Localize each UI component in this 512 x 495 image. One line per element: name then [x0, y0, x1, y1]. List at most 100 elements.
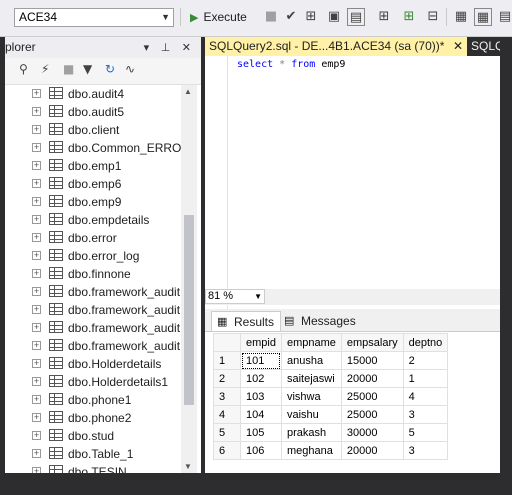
tree-item-table[interactable]: + dbo.empdetails — [5, 211, 181, 229]
expand-icon[interactable]: + — [32, 269, 41, 278]
tree-item-table[interactable]: + dbo.audit5 — [5, 103, 181, 121]
live-stats-icon[interactable]: ⊞ — [400, 8, 418, 26]
grid-cell[interactable]: vishwa — [280, 387, 342, 406]
tab-sqlquery2[interactable]: SQLQuery2.sql - DE...4B1.ACE34 (sa (70))… — [205, 37, 467, 56]
results-to-text-icon[interactable]: ▦ — [452, 8, 470, 26]
expand-icon[interactable]: + — [32, 467, 41, 473]
display-plan-icon[interactable]: ⊞ — [302, 8, 320, 26]
expand-icon[interactable]: + — [32, 377, 41, 386]
grid-cell[interactable]: anusha — [280, 351, 342, 370]
column-header[interactable]: empid — [240, 333, 282, 352]
expand-icon[interactable]: + — [32, 305, 41, 314]
table-row[interactable]: 4 104 vaishu 25000 3 — [213, 405, 449, 424]
grid-cell[interactable]: 20000 — [340, 369, 404, 388]
include-plan-icon[interactable]: ⊞ — [375, 8, 393, 26]
expand-icon[interactable]: + — [32, 179, 41, 188]
panel-controls[interactable]: ▾ ⊥ ✕ — [144, 37, 195, 58]
grid-cell[interactable]: 25000 — [340, 405, 404, 424]
table-row[interactable]: 3 103 vishwa 25000 4 — [213, 387, 449, 406]
expand-icon[interactable]: + — [32, 413, 41, 422]
query-options-icon[interactable]: ▣ — [325, 8, 343, 26]
expand-icon[interactable]: + — [32, 233, 41, 242]
tree-item-table[interactable]: + dbo.phone1 — [5, 391, 181, 409]
grid-cell[interactable]: vaishu — [280, 405, 342, 424]
expand-icon[interactable]: + — [32, 215, 41, 224]
tree-item-table[interactable]: + dbo.Holderdetails — [5, 355, 181, 373]
grid-cell[interactable]: 4 — [402, 387, 449, 406]
results-grid[interactable]: empid empname empsalary deptno 1 101 anush… — [213, 333, 449, 460]
column-header[interactable]: empname — [280, 333, 342, 352]
tree-item-table[interactable]: + dbo.client — [5, 121, 181, 139]
parse-checkmark-icon[interactable]: ✔ — [282, 8, 300, 26]
column-header[interactable]: deptno — [402, 333, 449, 352]
tree-item-table[interactable]: + dbo.framework_audit — [5, 301, 181, 319]
grid-cell[interactable]: 103 — [240, 387, 282, 406]
grid-cell[interactable]: 3 — [402, 441, 449, 460]
grid-cell[interactable]: 3 — [402, 405, 449, 424]
grid-cell[interactable]: 104 — [240, 405, 282, 424]
database-selector[interactable]: ACE34 ▼ — [14, 8, 174, 27]
refresh-icon[interactable]: ↻ — [105, 62, 115, 76]
client-stats-icon[interactable]: ⊟ — [424, 8, 442, 26]
results-to-grid-icon[interactable]: ▦ — [474, 8, 492, 26]
expand-icon[interactable]: + — [32, 287, 41, 296]
grid-cell[interactable]: 105 — [240, 423, 282, 442]
grid-cell[interactable]: 15000 — [340, 351, 404, 370]
intellisense-icon[interactable]: ▤ — [347, 8, 365, 26]
grid-cell[interactable]: meghana — [280, 441, 342, 460]
tree-item-table[interactable]: + dbo.framework_audit — [5, 283, 181, 301]
code-editor[interactable]: select * from emp9 — [205, 56, 500, 326]
expand-icon[interactable]: + — [32, 125, 41, 134]
expand-icon[interactable]: + — [32, 341, 41, 350]
tab-messages[interactable]: ▤ Messages — [279, 311, 362, 331]
tree-item-table[interactable]: + dbo.Common_ERROR — [5, 139, 181, 157]
tree-item-table[interactable]: + dbo.framework_audit — [5, 337, 181, 355]
tree-item-table[interactable]: + dbo.TESIN — [5, 463, 181, 473]
tree-item-table[interactable]: + dbo.error — [5, 229, 181, 247]
results-to-file-icon[interactable]: ▤ — [496, 8, 512, 26]
expand-icon[interactable]: + — [32, 449, 41, 458]
connect-icon[interactable]: ⚲ — [19, 62, 28, 76]
tree-item-table[interactable]: + dbo.framework_audit — [5, 319, 181, 337]
expand-icon[interactable]: + — [32, 161, 41, 170]
query-line[interactable]: select * from emp9 — [237, 58, 345, 72]
tree-item-table[interactable]: + dbo.phone2 — [5, 409, 181, 427]
tree-item-table[interactable]: + dbo.error_log — [5, 247, 181, 265]
expand-icon[interactable]: + — [32, 107, 41, 116]
grid-cell[interactable]: 20000 — [340, 441, 404, 460]
grid-cell[interactable]: 5 — [402, 423, 449, 442]
object-explorer-scrollbar[interactable]: ▲ ▼ — [181, 85, 197, 473]
tree-item-table[interactable]: + dbo.emp1 — [5, 157, 181, 175]
tree-item-table[interactable]: + dbo.stud — [5, 427, 181, 445]
grid-cell[interactable]: 106 — [240, 441, 282, 460]
scroll-up-icon[interactable]: ▲ — [184, 87, 192, 96]
disconnect-icon[interactable]: ⚡ — [41, 62, 49, 76]
grid-cell[interactable]: 2 — [402, 351, 449, 370]
scroll-down-icon[interactable]: ▼ — [184, 462, 192, 471]
table-row[interactable]: 2 102 saitejaswi 20000 1 — [213, 369, 449, 388]
table-row[interactable]: 1 101 anusha 15000 2 — [213, 351, 449, 370]
expand-icon[interactable]: + — [32, 251, 41, 260]
expand-icon[interactable]: + — [32, 143, 41, 152]
grid-cell[interactable]: 102 — [240, 369, 282, 388]
stop-icon[interactable]: ■ — [63, 62, 74, 76]
column-header[interactable]: empsalary — [340, 333, 404, 352]
tree-item-table[interactable]: + dbo.audit4 — [5, 85, 181, 103]
scrollbar-thumb[interactable] — [184, 215, 194, 405]
close-icon[interactable]: ✕ — [453, 37, 463, 56]
expand-icon[interactable]: + — [32, 323, 41, 332]
tree-item-table[interactable]: + dbo.Table_1 — [5, 445, 181, 463]
grid-cell[interactable]: prakash — [280, 423, 342, 442]
grid-cell[interactable]: 30000 — [340, 423, 404, 442]
expand-icon[interactable]: + — [32, 431, 41, 440]
grid-cell[interactable]: 1 — [402, 369, 449, 388]
zoom-selector[interactable]: 81 % ▼ — [205, 289, 265, 304]
tab-results[interactable]: ▦ Results — [211, 311, 282, 331]
expand-icon[interactable]: + — [32, 89, 41, 98]
expand-icon[interactable]: + — [32, 395, 41, 404]
filter-icon[interactable]: ▼ — [83, 62, 92, 76]
grid-cell[interactable]: 101 — [240, 351, 282, 370]
grid-cell[interactable]: saitejaswi — [280, 369, 342, 388]
grid-cell[interactable]: 25000 — [340, 387, 404, 406]
tree-item-table[interactable]: + dbo.Holderdetails1 — [5, 373, 181, 391]
